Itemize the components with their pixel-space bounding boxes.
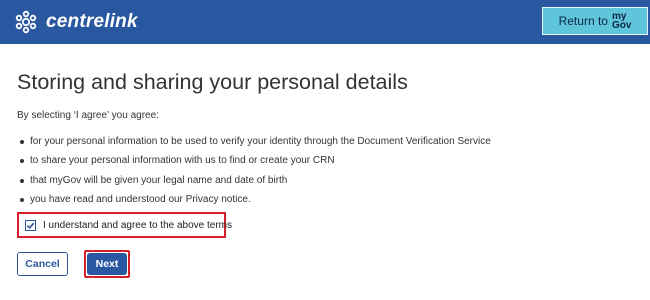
list-item: to share your personal information with … bbox=[17, 154, 491, 173]
site-header: centrelink Return to my Gov bbox=[0, 0, 650, 44]
page-title: Storing and sharing your personal detail… bbox=[17, 70, 408, 94]
centrelink-logo[interactable]: centrelink bbox=[14, 8, 138, 36]
consent-terms-list: for your personal information to be used… bbox=[17, 135, 491, 212]
intro-text: By selecting ‘I agree’ you agree: bbox=[17, 110, 159, 121]
return-label: Return to bbox=[558, 14, 608, 28]
agree-checkbox[interactable] bbox=[25, 219, 36, 231]
centrelink-star-icon bbox=[15, 10, 37, 34]
return-to-mygov-button[interactable]: Return to my Gov bbox=[542, 7, 648, 35]
checkmark-icon bbox=[26, 222, 35, 229]
agree-label: I understand and agree to the above term… bbox=[43, 219, 233, 231]
cancel-button[interactable]: Cancel bbox=[17, 252, 68, 276]
list-item: for your personal information to be used… bbox=[17, 135, 491, 154]
list-item: you have read and understood our Privacy… bbox=[17, 193, 491, 212]
agree-terms-option[interactable]: I understand and agree to the above term… bbox=[17, 212, 232, 238]
brand-name: centrelink bbox=[46, 11, 138, 32]
list-item: that myGov will be given your legal name… bbox=[17, 174, 491, 193]
next-button[interactable]: Next bbox=[87, 253, 127, 275]
mygov-logo: my Gov bbox=[611, 11, 632, 31]
